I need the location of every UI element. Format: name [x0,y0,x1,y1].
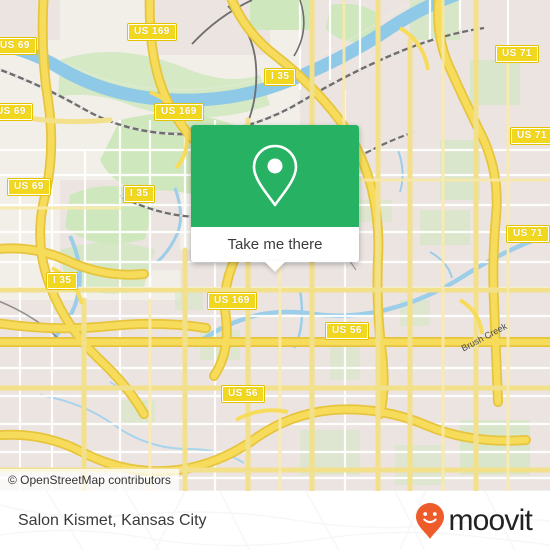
place-title: Salon Kismet, Kansas City [18,511,207,529]
map-attribution[interactable]: © OpenStreetMap contributors [0,469,179,491]
highway-shield: US 69 [7,178,51,196]
callout-icon-area [191,125,359,227]
map-screenshot: US 169 US 69 US 71 I 35 US 169 US 69 US … [0,0,550,550]
highway-shield: US 56 [221,385,265,403]
moovit-pin-icon [416,502,445,539]
highway-shield: I 35 [263,68,297,86]
take-me-there-callout[interactable]: Take me there [191,125,359,262]
highway-shield: US 69 [0,103,33,121]
callout-label: Take me there [227,236,323,253]
highway-shield: I 35 [45,272,79,290]
highway-shield: US 69 [0,37,37,55]
moovit-wordmark: moovit [448,503,532,537]
callout-pointer [264,261,286,272]
highway-shield: US 169 [207,292,257,310]
highway-shield: US 169 [127,23,177,41]
highway-shield: US 71 [506,225,550,243]
map-pin-icon [252,144,298,207]
attribution-text: © OpenStreetMap contributors [8,473,171,487]
map-canvas[interactable]: US 169 US 69 US 71 I 35 US 169 US 69 US … [0,0,550,491]
footer-bar: Salon Kismet, Kansas City moovit [0,491,550,550]
highway-shield: US 71 [495,45,539,63]
highway-shield: US 71 [510,127,550,145]
moovit-logo[interactable]: moovit [415,502,533,540]
highway-shield: US 169 [154,103,204,121]
callout-label-area[interactable]: Take me there [191,227,359,262]
highway-shield: I 35 [122,185,156,203]
highway-shield: US 56 [325,322,369,340]
